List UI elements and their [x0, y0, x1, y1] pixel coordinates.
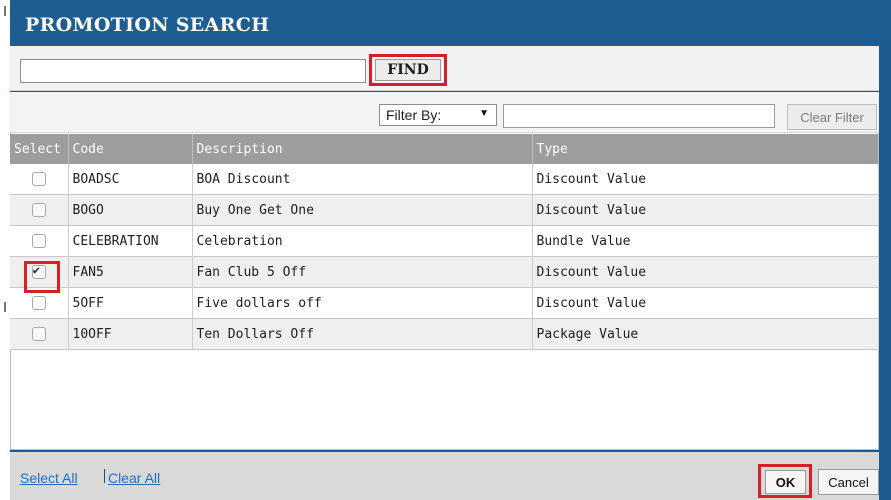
code-cell: BOGO — [68, 194, 193, 226]
ok-button[interactable]: OK — [765, 470, 806, 494]
filter-input[interactable] — [503, 104, 775, 128]
promotion-table: Select Code Description Type BOADSC BOA … — [10, 134, 879, 350]
description-cell: Buy One Get One — [192, 194, 533, 226]
column-header-select: Select — [10, 134, 69, 164]
table-header-row: Select Code Description Type — [10, 134, 879, 164]
row-checkbox[interactable] — [31, 296, 46, 310]
table-row[interactable]: BOGO Buy One Get One Discount Value — [10, 194, 879, 226]
row-checkbox[interactable] — [31, 172, 46, 186]
code-cell: CELEBRATION — [68, 225, 193, 257]
row-checkbox[interactable] — [31, 203, 46, 217]
type-cell: Package Value — [532, 318, 879, 350]
select-cell[interactable] — [10, 318, 69, 350]
code-cell: FAN5 — [68, 256, 193, 288]
checkbox-highlight-box — [24, 261, 60, 293]
search-input[interactable] — [20, 59, 366, 83]
dialog-title-bar: PROMOTION SEARCH — [10, 0, 891, 46]
description-cell: Ten Dollars Off — [192, 318, 533, 350]
column-header-code: Code — [68, 134, 193, 164]
type-cell: Discount Value — [532, 287, 879, 319]
table-row[interactable]: FAN5 Fan Club 5 Off Discount Value — [10, 256, 879, 288]
column-header-type: Type — [532, 134, 879, 164]
type-cell: Discount Value — [532, 194, 879, 226]
edge-mark — [4, 6, 6, 16]
table-row[interactable]: BOADSC BOA Discount Discount Value — [10, 164, 879, 195]
description-cell: Celebration — [192, 225, 533, 257]
description-cell: Fan Club 5 Off — [192, 256, 533, 288]
code-cell: 5OFF — [68, 287, 193, 319]
clear-all-link[interactable]: Clear All — [108, 470, 160, 486]
select-all-link[interactable]: Select All — [20, 470, 78, 486]
type-cell: Bundle Value — [532, 225, 879, 257]
find-button[interactable]: FIND — [375, 59, 441, 81]
link-separator — [104, 469, 105, 483]
description-cell: BOA Discount — [192, 164, 533, 195]
description-cell: Five dollars off — [192, 287, 533, 319]
code-cell: BOADSC — [68, 164, 193, 195]
select-cell[interactable] — [10, 164, 69, 195]
edge-mark — [4, 302, 6, 312]
row-checkbox[interactable] — [31, 234, 46, 248]
table-row[interactable]: CELEBRATION Celebration Bundle Value — [10, 225, 879, 257]
code-cell: 10OFF — [68, 318, 193, 350]
row-checkbox[interactable] — [31, 327, 46, 341]
filter-by-select[interactable]: Filter By: ▼ — [379, 104, 497, 126]
column-header-description: Description — [192, 134, 533, 164]
clear-filter-button[interactable]: Clear Filter — [787, 104, 877, 130]
select-cell[interactable] — [10, 225, 69, 257]
table-row[interactable]: 5OFF Five dollars off Discount Value — [10, 287, 879, 319]
filter-by-label: Filter By: — [386, 107, 442, 123]
type-cell: Discount Value — [532, 164, 879, 195]
table-row[interactable]: 10OFF Ten Dollars Off Package Value — [10, 318, 879, 350]
dropdown-arrow-icon: ▼ — [479, 108, 489, 119]
type-cell: Discount Value — [532, 256, 879, 288]
background-window-edge — [0, 0, 8, 500]
select-cell[interactable] — [10, 194, 69, 226]
dialog-title: PROMOTION SEARCH — [25, 14, 270, 36]
cancel-button[interactable]: Cancel — [818, 469, 879, 495]
